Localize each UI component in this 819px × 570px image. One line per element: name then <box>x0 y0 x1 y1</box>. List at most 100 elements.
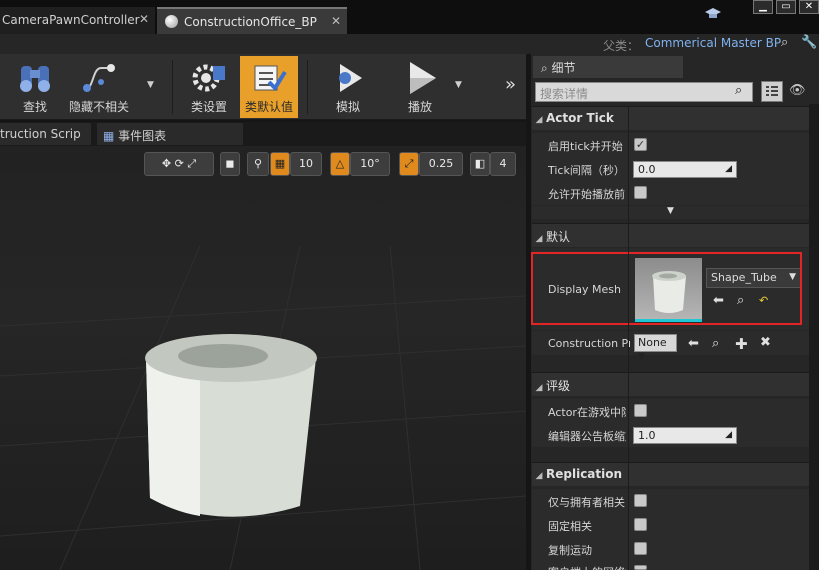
parent-class-link[interactable]: Commerical Master BP <box>645 36 781 50</box>
net-load-checkbox[interactable] <box>634 565 647 570</box>
collapse-arrow-icon: ◢ <box>535 115 543 125</box>
class-defaults-icon <box>254 65 287 92</box>
hidden-in-game-checkbox[interactable] <box>634 404 647 417</box>
simulate-button[interactable]: 模拟 <box>319 56 377 118</box>
tab-label: 事件图表 <box>118 129 167 143</box>
start-with-tick-checkbox[interactable]: ✓ <box>634 138 647 151</box>
surface-snap-icon[interactable]: ⚲ <box>247 152 269 176</box>
always-relevant-label: 固定相关 <box>548 520 592 533</box>
tick-interval-field[interactable]: 0.0 ◢ <box>633 161 737 178</box>
viewport[interactable] <box>0 146 526 570</box>
tab-label: CameraPawnController <box>2 13 140 27</box>
only-owner-checkbox[interactable] <box>634 494 647 507</box>
toolbar-separator <box>172 60 173 114</box>
allow-before-begin-label: 允许开始播放前 <box>548 188 625 201</box>
category-label: Replication <box>546 467 623 481</box>
tab-event-graph[interactable]: ▦ 事件图表 <box>97 123 243 145</box>
camera-speed-value[interactable]: 4 <box>490 152 516 176</box>
category-actor-tick[interactable]: ◢ Actor Tick <box>532 106 809 130</box>
maximize-button[interactable]: ▭ <box>776 0 796 14</box>
scale-icon[interactable]: ⤢ <box>187 157 196 170</box>
tab-construction-office-bp[interactable]: ConstructionOffice_BP ✕ <box>157 7 347 34</box>
collapse-arrow-icon: ◢ <box>535 471 543 481</box>
only-owner-label: 仅与拥有者相关 <box>548 496 625 509</box>
scale-snap-value[interactable]: 0.25 <box>419 152 463 176</box>
rotation-snap-icon[interactable]: △ <box>330 152 350 176</box>
move-icon[interactable]: ✥ <box>162 157 171 170</box>
replicate-movement-checkbox[interactable] <box>634 542 647 555</box>
chevron-down-icon: ▼ <box>638 352 645 362</box>
blueprint-icon <box>165 15 178 28</box>
camera-speed-icon[interactable]: ◧ <box>470 152 490 176</box>
grid-snap-icon[interactable]: ▦ <box>270 152 290 176</box>
close-window-button[interactable]: ✕ <box>799 0 819 14</box>
start-with-tick-label: 启用tick并开始 <box>548 140 623 153</box>
class-settings-button[interactable]: 类设置 <box>180 56 238 118</box>
cube-icon[interactable]: ◼ <box>220 152 240 176</box>
advanced-expand-button[interactable]: ▼ <box>532 206 809 219</box>
use-selected-arrow-icon[interactable]: ⬅ <box>688 336 699 351</box>
binoculars-icon <box>20 66 50 92</box>
class-settings-label: 类设置 <box>190 100 227 114</box>
browse-search-icon[interactable]: ⌕ <box>712 336 719 351</box>
billboard-scale-label: 编辑器公告板缩放 <box>548 430 626 443</box>
class-defaults-label: 类默认值 <box>244 100 293 114</box>
search-icon[interactable]: ⌕ <box>781 35 788 50</box>
details-scrollbar[interactable] <box>809 104 819 570</box>
chevron-down-icon[interactable]: ▼ <box>147 80 154 90</box>
play-button[interactable]: 播放 <box>391 56 449 118</box>
billboard-scale-field[interactable]: 1.0 ◢ <box>633 427 737 444</box>
clear-icon[interactable]: ✖ <box>760 335 771 350</box>
details-search-input[interactable]: 搜索详情 <box>535 82 753 102</box>
close-icon[interactable]: ✕ <box>331 14 341 28</box>
always-relevant-checkbox[interactable] <box>634 518 647 531</box>
collapse-arrow-icon: ◢ <box>535 383 543 393</box>
column-divider[interactable] <box>628 106 629 570</box>
rotate-icon[interactable]: ⟳ <box>175 157 184 170</box>
category-replication[interactable]: ◢ Replication <box>532 462 809 486</box>
category-rendering[interactable]: ◢ 评级 <box>532 372 809 396</box>
replicate-movement-label: 复制运动 <box>548 544 592 557</box>
spin-arrow-icon: ◢ <box>725 164 732 174</box>
add-icon[interactable]: ✚ <box>735 335 748 353</box>
tick-interval-value: 0.0 <box>638 163 656 176</box>
tab-camera-pawn-controller[interactable]: CameraPawnController ✕ <box>0 7 155 34</box>
tab-details[interactable]: ⌕ 细节 <box>533 56 683 78</box>
transform-mode-group[interactable]: ✥ ⟳ ⤢ <box>144 152 214 176</box>
hide-unrelated-label: 隐藏不相关 <box>68 100 129 114</box>
construction-dropdown[interactable]: None ▼ <box>634 334 677 362</box>
play-label: 播放 <box>407 100 432 114</box>
event-graph-icon: ▦ <box>103 129 119 143</box>
minimize-button[interactable]: ▁ <box>753 0 773 14</box>
construction-label: Construction Pro <box>548 337 630 350</box>
rotation-snap-value[interactable]: 10° <box>350 152 390 176</box>
construction-value: None <box>638 336 667 349</box>
graduation-cap-icon[interactable] <box>705 7 721 21</box>
chevron-down-icon[interactable]: ▼ <box>455 80 462 90</box>
toolbar-separator <box>307 60 308 114</box>
close-icon[interactable]: ✕ <box>139 12 149 26</box>
allow-before-begin-checkbox[interactable] <box>634 186 647 199</box>
spin-arrow-icon: ◢ <box>725 430 732 440</box>
search-icon[interactable]: ⌕ <box>735 83 742 98</box>
scale-snap-icon[interactable]: ⤢ <box>399 152 419 176</box>
hide-unrelated-icon <box>83 64 115 92</box>
find-button[interactable]: 查找 <box>6 56 64 118</box>
eye-icon[interactable]: 👁 <box>789 83 806 98</box>
grid-snap-value[interactable]: 10 <box>290 152 322 176</box>
class-defaults-button[interactable]: 类默认值 <box>240 56 298 118</box>
parent-class-label: 父类： <box>603 39 640 53</box>
category-label: Actor Tick <box>546 111 614 125</box>
window-controls: ▁ ▭ ✕ <box>753 0 819 14</box>
highlight-box <box>531 252 802 325</box>
tab-construction-script[interactable]: truction Scrip <box>0 123 91 145</box>
hidden-in-game-label: Actor在游戏中隐 <box>548 406 626 419</box>
wrench-icon[interactable]: 🔧 <box>801 35 817 50</box>
tab-label: ConstructionOffice_BP <box>184 15 317 29</box>
category-default[interactable]: ◢ 默认 <box>532 223 809 247</box>
double-chevron-right-icon[interactable]: » <box>505 74 516 95</box>
class-settings-icon <box>192 64 225 92</box>
simulate-label: 模拟 <box>335 100 360 114</box>
hide-unrelated-button[interactable]: 隐藏不相关 <box>66 56 132 118</box>
view-options-button[interactable] <box>761 81 783 102</box>
